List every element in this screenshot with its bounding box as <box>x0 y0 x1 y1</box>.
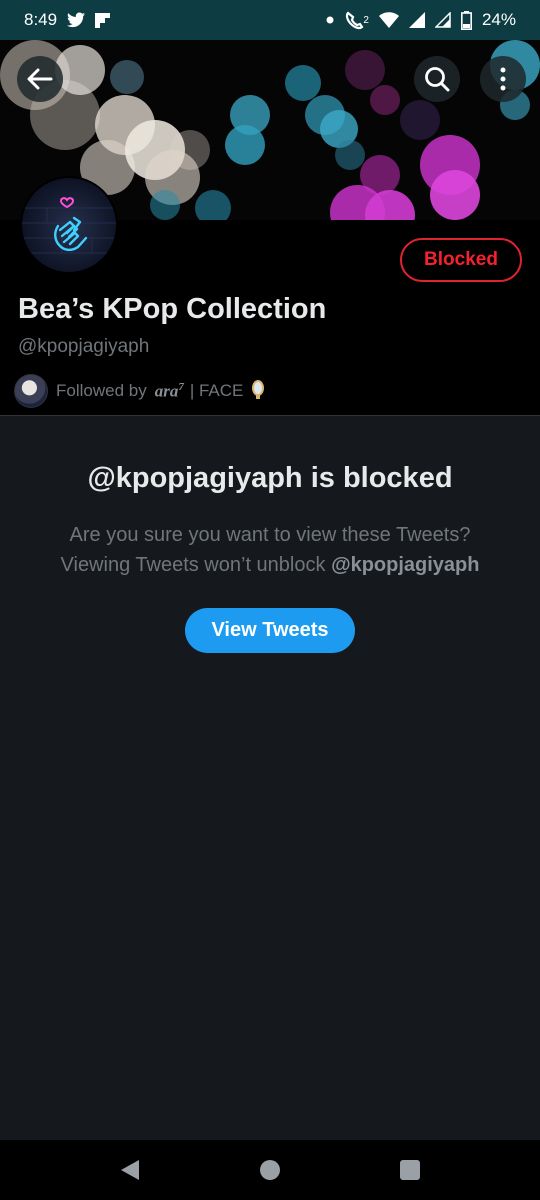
blocked-notice-handle: @kpopjagiyaph <box>331 554 480 576</box>
status-time: 8:49 <box>24 10 58 29</box>
status-left: 8:49 <box>24 10 111 30</box>
blocked-notice-line2: Viewing Tweets won’t unblock @kpopjagiya… <box>60 554 480 576</box>
circle-home-icon <box>260 1160 280 1180</box>
wifi-call-icon: 2 <box>344 10 369 30</box>
wifi-icon <box>378 12 399 28</box>
more-options-button[interactable] <box>480 56 526 102</box>
signal-icon <box>408 12 425 28</box>
blocked-notice-line1: Are you sure you want to view these Twee… <box>69 524 471 546</box>
search-button[interactable] <box>414 56 460 102</box>
mirror-emoji-icon <box>251 379 265 404</box>
back-button[interactable] <box>17 56 63 102</box>
follower-avatar <box>14 374 48 408</box>
status-bar: 8:49 2 24% <box>0 0 540 40</box>
dot-icon <box>326 16 334 24</box>
call-badge: 2 <box>363 14 369 26</box>
followed-by-row[interactable]: Followed by ara7 | FACE <box>14 374 265 408</box>
section-divider <box>0 415 540 416</box>
signal-icon-2 <box>434 12 451 28</box>
blocked-notice-title: @kpopjagiyaph is blocked <box>87 462 453 494</box>
profile-avatar[interactable] <box>20 176 118 274</box>
follower-suffix: | FACE <box>189 381 244 400</box>
search-icon <box>425 67 450 92</box>
triangle-back-icon <box>121 1160 139 1180</box>
more-vertical-icon <box>500 67 506 91</box>
battery-percent: 24% <box>481 10 516 29</box>
nav-back-button[interactable] <box>100 1140 160 1200</box>
arrow-left-icon <box>27 68 53 90</box>
flipboard-icon <box>95 12 111 28</box>
profile-handle: @kpopjagiyaph <box>18 336 150 357</box>
battery-icon <box>460 10 472 30</box>
nav-home-button[interactable] <box>240 1140 300 1200</box>
view-tweets-button[interactable]: View Tweets <box>185 608 355 653</box>
finger-heart-neon-icon <box>22 178 116 272</box>
profile-display-name: Bea’s KPop Collection <box>18 293 327 325</box>
status-right: 2 24% <box>326 10 516 30</box>
square-recents-icon <box>400 1160 420 1180</box>
blocked-button[interactable]: Blocked <box>400 238 522 282</box>
follower-name: ara7 <box>154 380 184 401</box>
system-nav-bar <box>0 1140 540 1200</box>
twitter-icon <box>67 12 86 28</box>
followed-by-prefix: Followed by <box>56 381 147 400</box>
blocked-notice-description: Are you sure you want to view these Twee… <box>0 520 540 580</box>
nav-recents-button[interactable] <box>380 1140 440 1200</box>
